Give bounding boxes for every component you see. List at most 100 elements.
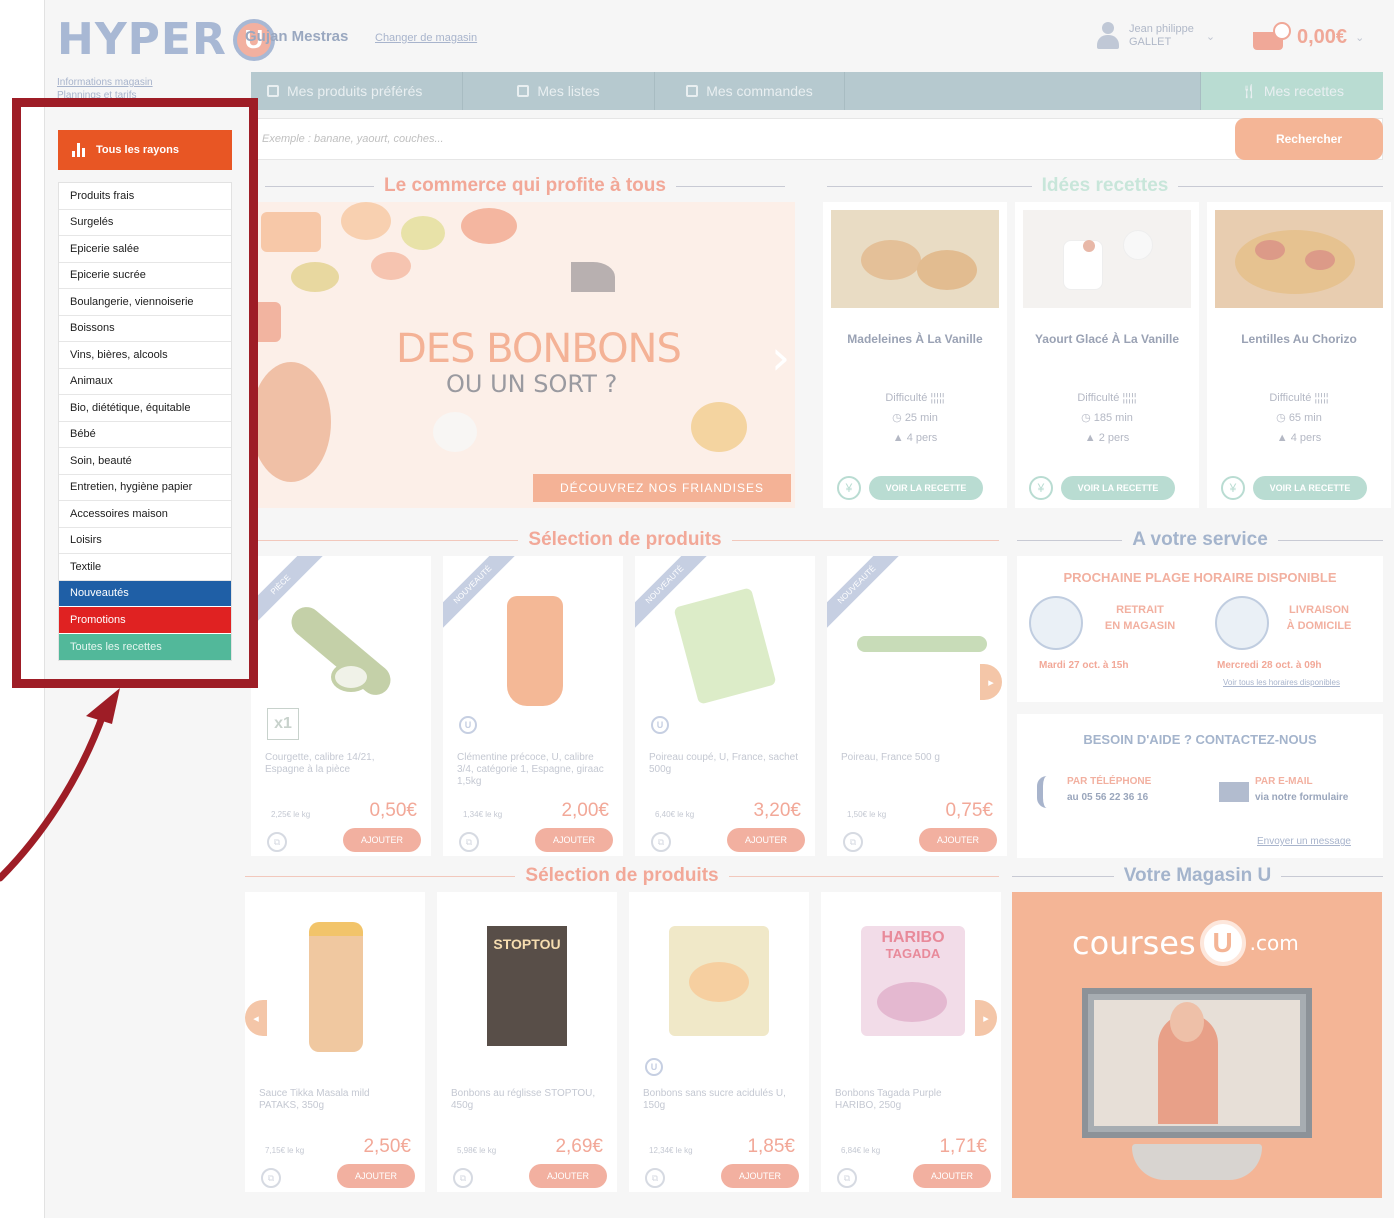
product-card[interactable]: NOUVEAUTÉ U Poireau coupé, U, France, sa… bbox=[635, 556, 815, 856]
tab-recipes[interactable]: 🍴︎ Mes recettes bbox=[1201, 72, 1383, 110]
banner-title: DES BONBONS bbox=[396, 326, 682, 372]
search-button[interactable]: Rechercher bbox=[1235, 118, 1383, 160]
delivery-date: Mercredi 28 oct. à 09h bbox=[1217, 660, 1322, 671]
compare-icon[interactable]: ⧉ bbox=[267, 832, 287, 852]
add-to-cart-button[interactable]: AJOUTER bbox=[721, 1164, 799, 1188]
u-brand-icon: U bbox=[459, 716, 477, 734]
search-input[interactable] bbox=[262, 129, 1162, 149]
product-card[interactable]: U Bonbons sans sucre acidulés U, 150g 12… bbox=[629, 892, 809, 1192]
product-image bbox=[847, 576, 987, 716]
store-pickup-icon bbox=[1029, 596, 1083, 650]
store-info-link[interactable]: Informations magasin bbox=[57, 76, 153, 89]
fork-icon[interactable]: ¥ bbox=[837, 476, 861, 500]
next-slot-panel: PROCHAINE PLAGE HORAIRE DISPONIBLE RETRA… bbox=[1017, 556, 1383, 702]
product-image bbox=[271, 576, 411, 716]
product-image bbox=[649, 912, 789, 1052]
view-recipe-button[interactable]: VOIR LA RECETTE bbox=[1061, 476, 1175, 500]
product-card[interactable]: HARIBO TAGADA Bonbons Tagada Purple HARIB… bbox=[821, 892, 1001, 1192]
section-title-store: Votre Magasin U bbox=[1012, 865, 1383, 886]
cart-amount: 0,00€ bbox=[1297, 25, 1348, 48]
u-brand-icon: U bbox=[645, 1058, 663, 1076]
search-bar: Rechercher bbox=[251, 118, 1383, 160]
section-title-recipes: Idées recettes bbox=[827, 175, 1383, 196]
recipe-image bbox=[831, 210, 999, 308]
section-title-selection: Sélection de produits bbox=[251, 529, 1000, 550]
compare-icon[interactable]: ⧉ bbox=[261, 1168, 281, 1188]
delivery-truck-icon bbox=[1215, 596, 1269, 650]
courses-u-panel[interactable]: courses U .com bbox=[1012, 892, 1382, 1198]
difficulty-icon: ¦¦¦¦¦ bbox=[1314, 392, 1329, 404]
list-icon bbox=[517, 85, 530, 97]
add-to-cart-button[interactable]: AJOUTER bbox=[913, 1164, 991, 1188]
add-to-cart-button[interactable]: AJOUTER bbox=[535, 828, 613, 852]
mail-icon bbox=[1219, 782, 1249, 802]
monitor-illustration bbox=[1082, 988, 1312, 1138]
user-icon bbox=[1097, 22, 1119, 50]
main-nav: Mes produits préférés Mes listes Mes com… bbox=[251, 72, 1383, 110]
send-message-link[interactable]: Envoyer un message bbox=[1257, 836, 1351, 847]
clock-icon: ◷ bbox=[892, 412, 902, 424]
banner-cta-button[interactable]: DÉCOUVREZ NOS FRIANDISES bbox=[533, 474, 791, 502]
add-to-cart-button[interactable]: AJOUTER bbox=[529, 1164, 607, 1188]
compare-icon[interactable]: ⧉ bbox=[651, 832, 671, 852]
difficulty-icon: ¦¦¦¦¦ bbox=[930, 392, 945, 404]
product-image bbox=[655, 576, 795, 716]
recipe-card[interactable]: Yaourt Glacé À La Vanille Difficulté ¦¦¦… bbox=[1015, 202, 1199, 508]
add-to-cart-button[interactable]: AJOUTER bbox=[919, 828, 997, 852]
product-card[interactable]: Sauce Tikka Masala mild PATAKS, 350g 7,1… bbox=[245, 892, 425, 1192]
chevron-down-icon: ⌄ bbox=[1205, 30, 1216, 43]
add-to-cart-button[interactable]: AJOUTER bbox=[727, 828, 805, 852]
product-card[interactable]: NOUVEAUTÉ U Clémentine précoce, U, calib… bbox=[443, 556, 623, 856]
recipe-card[interactable]: Madeleines À La Vanille Difficulté ¦¦¦¦¦… bbox=[823, 202, 1007, 508]
compare-icon[interactable]: ⧉ bbox=[837, 1168, 857, 1188]
section-title-commerce: Le commerce qui profite à tous bbox=[265, 175, 785, 196]
promo-banner[interactable]: DES BONBONS OU UN SORT ? › DÉCOUVREZ NOS… bbox=[251, 202, 795, 508]
product-image: STOPTOU bbox=[457, 912, 597, 1052]
user-account-menu[interactable]: Jean philippe GALLET ⌄ bbox=[1097, 22, 1215, 50]
recipe-image bbox=[1023, 210, 1191, 308]
clock-icon: ◷ bbox=[1081, 412, 1091, 424]
compare-icon[interactable]: ⧉ bbox=[459, 832, 479, 852]
compare-icon[interactable]: ⧉ bbox=[645, 1168, 665, 1188]
courses-u-logo: courses U .com bbox=[1072, 920, 1299, 966]
section-title-service: A votre service bbox=[1017, 529, 1384, 550]
view-recipe-button[interactable]: VOIR LA RECETTE bbox=[869, 476, 983, 500]
star-icon bbox=[267, 85, 279, 97]
logo-text: HYPER bbox=[57, 14, 227, 65]
hyper-u-logo[interactable]: HYPER U bbox=[57, 14, 275, 65]
add-to-cart-button[interactable]: AJOUTER bbox=[343, 828, 421, 852]
basket-icon bbox=[1251, 20, 1291, 54]
product-card[interactable]: NOUVEAUTÉ Poireau, France 500 g 1,50€ le… bbox=[827, 556, 1007, 856]
recipe-card[interactable]: Lentilles Au Chorizo Difficulté ¦¦¦¦¦ ◷ … bbox=[1207, 202, 1391, 508]
tab-favorites[interactable]: Mes produits préférés bbox=[251, 72, 463, 110]
cart-button[interactable]: 0,00€ ⌄ bbox=[1251, 20, 1364, 54]
tab-orders[interactable]: Mes commandes bbox=[655, 72, 845, 110]
clock-icon: ◷ bbox=[1276, 412, 1286, 424]
orders-icon bbox=[686, 85, 699, 97]
chevron-down-icon: ⌄ bbox=[1355, 31, 1365, 44]
compare-icon[interactable]: ⧉ bbox=[843, 832, 863, 852]
user-name: Jean philippe GALLET bbox=[1129, 23, 1194, 48]
people-icon: ▲ bbox=[892, 432, 904, 444]
pickup-date: Mardi 27 oct. à 15h bbox=[1039, 660, 1129, 671]
add-to-cart-button[interactable]: AJOUTER bbox=[337, 1164, 415, 1188]
highlight-frame bbox=[12, 98, 258, 688]
product-card[interactable]: PIÈCE x1 Courgette, calibre 14/21, Espag… bbox=[251, 556, 431, 856]
phone-icon bbox=[1037, 776, 1053, 808]
view-recipe-button[interactable]: VOIR LA RECETTE bbox=[1253, 476, 1367, 500]
product-card[interactable]: STOPTOU Bonbons au réglisse STOPTOU, 450… bbox=[437, 892, 617, 1192]
section-title-selection: Sélection de produits bbox=[245, 865, 1000, 886]
difficulty-icon: ¦¦¦¦¦ bbox=[1122, 392, 1137, 404]
product-image bbox=[265, 912, 405, 1052]
available-hours-link[interactable]: Voir tous les horaires disponibles bbox=[1223, 678, 1340, 687]
compare-icon[interactable]: ⧉ bbox=[453, 1168, 473, 1188]
recipe-image bbox=[1215, 210, 1383, 308]
store-name: Gujan Mestras bbox=[245, 28, 349, 45]
fork-icon[interactable]: ¥ bbox=[1221, 476, 1245, 500]
fork-icon[interactable]: ¥ bbox=[1029, 476, 1053, 500]
chevron-right-icon[interactable]: › bbox=[771, 330, 790, 386]
tab-lists[interactable]: Mes listes bbox=[463, 72, 655, 110]
change-store-link[interactable]: Changer de magasin bbox=[375, 32, 477, 44]
product-image: HARIBO TAGADA bbox=[841, 912, 981, 1052]
help-panel: BESOIN D'AIDE ? CONTACTEZ-NOUS PAR TÉLÉP… bbox=[1017, 714, 1383, 858]
